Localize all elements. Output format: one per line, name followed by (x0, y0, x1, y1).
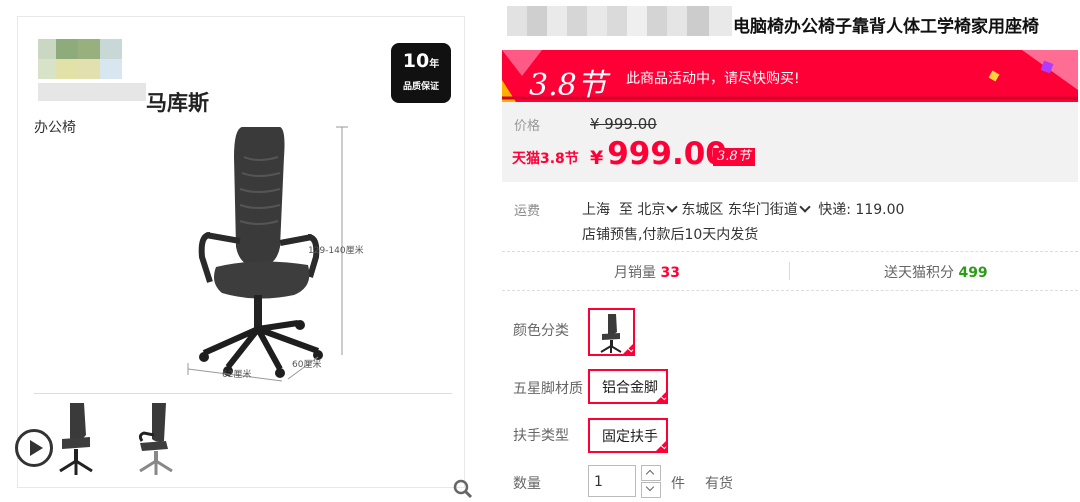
product-title: 电脑椅办公椅子靠背人体工学椅家用座椅 (733, 17, 1039, 37)
price-promo-badge: 3.8节 (713, 148, 755, 166)
warranty-years: 10 (402, 50, 430, 72)
armrest-type-label: 扶手类型 (513, 428, 569, 444)
shipping-note: 店铺预售,付款后10天内发货 (582, 227, 759, 243)
dimension-width: 62厘米 (222, 370, 252, 380)
stats-separator (789, 262, 790, 280)
points-label: 送天猫积分 (884, 265, 954, 281)
play-icon (30, 440, 43, 456)
ship-district: 东城区 (681, 202, 724, 218)
original-price: ¥ 999.00 (590, 115, 657, 133)
ship-city: 北京 (637, 202, 666, 218)
title-prefix-blurred (507, 6, 732, 36)
shipping-cost: 快递: 119.00 (818, 202, 905, 218)
warranty-unit: 年 (429, 59, 440, 70)
ship-street-select[interactable]: 东华门街道 (727, 201, 814, 218)
dimension-depth: 60厘米 (292, 360, 322, 370)
play-video-button[interactable] (15, 429, 53, 467)
monthly-sales: 月销量 33 (614, 262, 680, 282)
shipping-label: 运费 (514, 204, 541, 219)
currency-symbol: ¥ (590, 147, 604, 169)
promo-text: 此商品活动中，请尽快购买! (626, 71, 800, 87)
selected-check-icon (655, 391, 667, 403)
brand-name: 马库斯 (146, 91, 209, 115)
thumbnail-front[interactable] (56, 401, 96, 477)
product-category: 办公椅 (34, 120, 76, 136)
ship-from: 上海 (582, 202, 610, 218)
chevron-down-icon (666, 201, 679, 213)
gallery-divider (34, 393, 452, 394)
stock-status: 有货 (705, 476, 733, 492)
sales-label: 月销量 (614, 265, 656, 281)
armrest-type-option[interactable]: 固定扶手 (588, 418, 668, 453)
brand-logo-blurred (38, 39, 146, 101)
price-label: 价格 (514, 119, 541, 134)
dimension-height: 129-140厘米 (308, 246, 364, 256)
quantity-decrease-button[interactable] (641, 482, 661, 498)
ship-to-word: 至 (618, 202, 633, 218)
quantity-label: 数量 (513, 476, 541, 492)
current-price: ¥999.00 (590, 136, 727, 172)
ship-district-select[interactable]: 东城区 (681, 202, 723, 218)
ship-city-select[interactable]: 北京 (637, 201, 681, 218)
quantity-increase-button[interactable] (641, 465, 661, 481)
armrest-type-value: 固定扶手 (602, 429, 658, 445)
divider (502, 290, 1078, 291)
thumbnail-side[interactable] (136, 401, 176, 477)
price-section: 价格 ¥ 999.00 天猫3.8节 ¥999.00 3.8节 (502, 102, 1078, 182)
selected-check-icon (655, 440, 667, 452)
ship-street: 东华门街道 (727, 202, 798, 218)
color-option-label: 颜色分类 (513, 323, 569, 339)
promo-banner: 3.8节 此商品活动中，请尽快购买! (502, 50, 1078, 102)
points-value: 499 (958, 265, 988, 281)
divider (502, 251, 1078, 252)
chevron-down-icon (799, 201, 811, 213)
leg-material-option[interactable]: 铝合金脚 (588, 369, 668, 404)
tmall-promo-label: 天猫3.8节 (512, 151, 579, 167)
leg-material-value: 铝合金脚 (602, 380, 658, 396)
promo-logo: 3.8节 (529, 68, 607, 102)
tmall-points: 送天猫积分 499 (884, 262, 988, 282)
current-price-value: 999.00 (607, 136, 727, 172)
sales-value: 33 (660, 265, 680, 281)
color-option-chair[interactable] (588, 308, 635, 356)
warranty-badge: 10年 品质保证 (391, 43, 451, 103)
product-gallery: 马库斯 办公椅 10年 品质保证 129-140厘米 62厘米 60厘米 (15, 16, 473, 499)
selected-check-icon (622, 343, 634, 355)
quantity-input[interactable]: 1 (588, 465, 636, 497)
warranty-label: 品质保证 (402, 82, 439, 92)
search-icon[interactable] (453, 479, 473, 499)
quantity-unit: 件 (671, 476, 685, 492)
leg-material-label: 五星脚材质 (513, 381, 583, 397)
shipping-route: 上海 至 北京 东城区 东华门街道 快递: 119.00 (582, 199, 904, 219)
